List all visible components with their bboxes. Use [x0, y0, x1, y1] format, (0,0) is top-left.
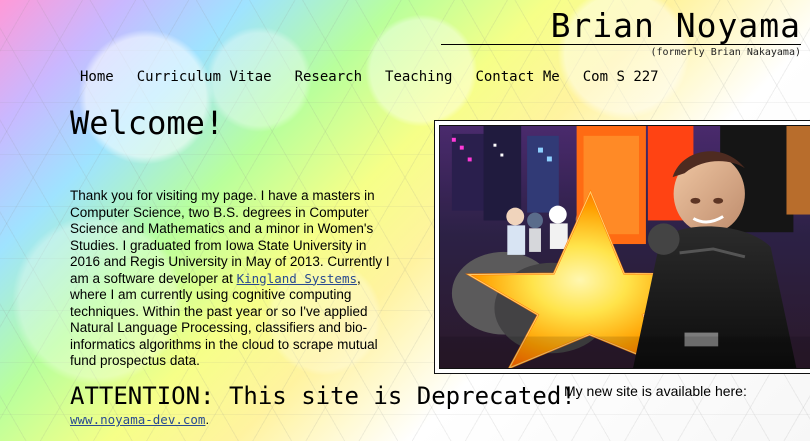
- photo-portrait-icon: [440, 126, 810, 368]
- nav-teaching-link[interactable]: Teaching: [385, 69, 452, 85]
- nav-contact-link[interactable]: Contact Me: [475, 69, 559, 85]
- site-header: Brian Noyama (formerly Brian Nakayama) H…: [0, 0, 810, 92]
- welcome-heading: Welcome!: [70, 104, 225, 142]
- site-subtitle: (formerly Brian Nakayama): [650, 47, 801, 58]
- deprecated-notice-heading: ATTENTION: This site is Deprecated!: [70, 382, 576, 410]
- new-site-link[interactable]: www.noyama-dev.com: [70, 412, 205, 427]
- new-site-line: www.noyama-dev.com.: [70, 412, 209, 428]
- nav-cv-link[interactable]: Curriculum Vitae: [137, 69, 272, 85]
- nav-home-link[interactable]: Home: [80, 69, 114, 85]
- intro-paragraph: Thank you for visiting my page. I have a…: [70, 188, 394, 370]
- main-content: Welcome! Thank you for visiting my page.…: [70, 104, 810, 441]
- nav-research-link[interactable]: Research: [295, 69, 362, 85]
- new-site-note: My new site is available here:: [564, 383, 747, 399]
- site-title: Brian Noyama: [440, 8, 801, 45]
- profile-photo-frame: [434, 120, 810, 374]
- profile-photo: [439, 125, 810, 369]
- new-site-period: .: [205, 412, 210, 427]
- site-brand: Brian Noyama (formerly Brian Nakayama): [440, 8, 801, 59]
- nav-coms227-link[interactable]: Com S 227: [583, 69, 659, 85]
- main-navigation: Home Curriculum Vitae Research Teaching …: [80, 69, 659, 85]
- kingland-systems-link[interactable]: Kingland Systems: [237, 271, 357, 286]
